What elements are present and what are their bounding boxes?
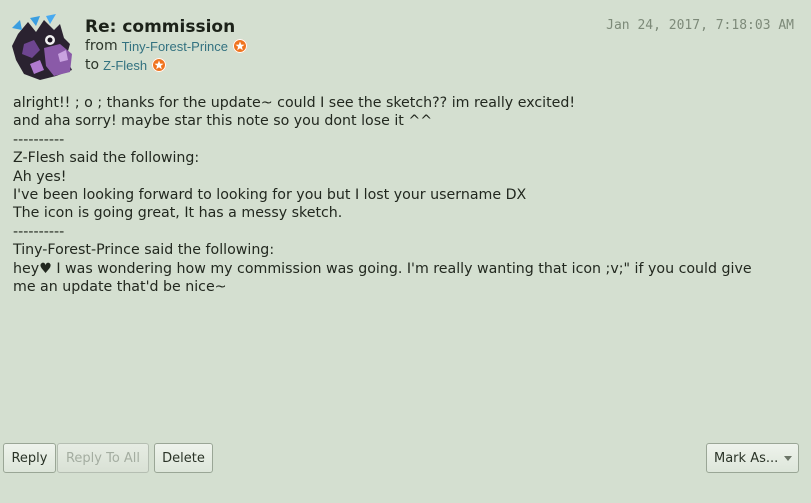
delete-button[interactable]: Delete [154, 443, 213, 473]
to-prefix: to [85, 57, 100, 73]
from-line: from Tiny-Forest-Prince [85, 38, 248, 54]
chevron-down-icon [784, 456, 792, 461]
body-line: The icon is going great, It has a messy … [13, 205, 343, 222]
mark-as-label: Mark As... [714, 450, 779, 466]
quote-divider: ---------- [13, 131, 65, 148]
sender-link[interactable]: Tiny-Forest-Prince [122, 39, 228, 54]
to-line: to Z-Flesh [85, 57, 167, 73]
user-avatar[interactable] [10, 14, 76, 80]
message-body: alright!! ; o ; thanks for the update~ c… [13, 94, 803, 296]
message-timestamp: Jan 24, 2017, 7:18:03 AM [606, 18, 794, 33]
quote-attribution: Z-Flesh said the following: [13, 150, 200, 167]
mark-as-dropdown[interactable]: Mark As... [706, 443, 799, 473]
body-line: me an update that'd be nice~ [13, 279, 227, 296]
reply-to-all-button[interactable]: Reply To All [57, 443, 149, 473]
from-prefix: from [85, 38, 118, 54]
message-header: Re: commission from Tiny-Forest-Prince t… [0, 0, 811, 85]
body-line: alright!! ; o ; thanks for the update~ c… [13, 95, 576, 111]
reply-button[interactable]: Reply [3, 443, 56, 473]
message-subject: Re: commission [85, 17, 236, 37]
body-line: I've been looking forward to looking for… [13, 187, 527, 204]
recipient-link[interactable]: Z-Flesh [103, 58, 147, 73]
quote-divider: ---------- [13, 223, 65, 240]
body-line: hey♥ I was wondering how my commission w… [13, 260, 752, 277]
member-badge-icon [152, 58, 167, 72]
member-badge-icon [233, 39, 248, 53]
body-line: and aha sorry! maybe star this note so y… [13, 113, 433, 130]
body-line: Ah yes! [13, 168, 67, 185]
message-actions: Reply Reply To All Delete Mark As... [0, 443, 811, 477]
quote-attribution: Tiny-Forest-Prince said the following: [13, 242, 275, 259]
